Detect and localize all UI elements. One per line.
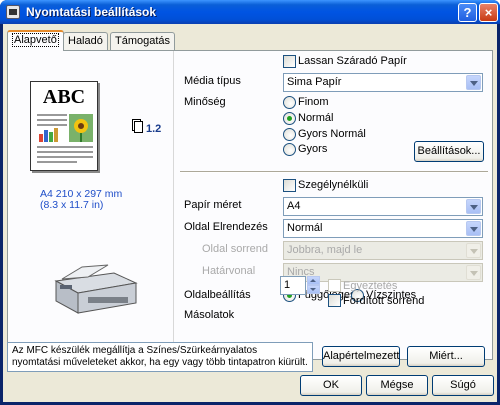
page-layout-select[interactable]: Normál xyxy=(283,219,483,238)
slow-dry-checkbox[interactable] xyxy=(283,55,296,68)
page-layout-value: Normál xyxy=(287,222,323,234)
border-line-label: Határvonal xyxy=(202,265,256,277)
dialog-client: Alapvető Haladó Támogatás ABC 1.2 A4 210… xyxy=(3,24,497,402)
media-type-label: Média típus xyxy=(184,75,241,87)
settings-button[interactable]: Beállítások... xyxy=(414,141,484,162)
chevron-down-icon xyxy=(466,243,481,258)
quality-radio-fine[interactable] xyxy=(283,96,296,109)
tab-basic-label: Alapvető xyxy=(12,33,59,47)
slow-dry-label: Lassan Száradó Papír xyxy=(298,55,407,67)
preview-content-graphic xyxy=(37,114,93,163)
media-type-value: Sima Papír xyxy=(287,76,342,88)
copies-indicator-value: 1.2 xyxy=(146,123,162,135)
cancel-button[interactable]: Mégse xyxy=(366,375,428,396)
chevron-down-icon xyxy=(466,199,481,214)
tab-advanced[interactable]: Haladó xyxy=(63,32,108,50)
why-button[interactable]: Miért... xyxy=(407,346,485,367)
vertical-separator xyxy=(173,51,174,361)
copies-input[interactable]: 1 xyxy=(280,276,306,295)
quality-radio-fast[interactable] xyxy=(283,143,296,156)
quality-radio-fast-normal[interactable] xyxy=(283,128,296,141)
page-order-value: Jobbra, majd le xyxy=(287,244,363,256)
collate-label: Egyeztetés xyxy=(343,280,398,292)
paper-size-select[interactable]: A4 xyxy=(283,197,483,216)
borderless-checkbox[interactable] xyxy=(283,179,296,192)
quality-fast-label: Gyors xyxy=(298,143,328,155)
copies-label: Másolatok xyxy=(184,309,235,321)
horizontal-separator xyxy=(180,171,488,173)
ok-button[interactable]: OK xyxy=(300,375,362,396)
page-order-select: Jobbra, majd le xyxy=(283,241,483,260)
stepper-down-icon[interactable] xyxy=(307,285,320,294)
paper-size-info: A4 210 x 297 mm (8.3 x 11.7 in) xyxy=(40,189,122,211)
quality-fast-normal-label: Gyors Normál xyxy=(298,128,366,140)
help-button[interactable]: Súgó xyxy=(432,375,494,396)
quality-fine-label: Finom xyxy=(298,96,329,108)
paper-size-label: Papír méret xyxy=(184,199,242,211)
help-title-button[interactable]: ? xyxy=(458,3,477,22)
printer-icon xyxy=(6,5,20,19)
copies-icon xyxy=(134,121,143,133)
chevron-down-icon xyxy=(466,75,481,90)
borderless-label: Szegélynélküli xyxy=(298,179,369,191)
page-layout-label: Oldal Elrendezés xyxy=(184,221,268,233)
quality-radio-normal[interactable] xyxy=(283,112,296,125)
quality-normal-label: Normál xyxy=(298,112,334,124)
window-title: Nyomtatási beállítások xyxy=(26,5,157,19)
title-bar[interactable]: Nyomtatási beállítások ? × xyxy=(0,0,500,24)
close-button[interactable]: × xyxy=(479,3,498,22)
reverse-order-checkbox[interactable] xyxy=(328,294,341,307)
default-button[interactable]: Alapértelmezett xyxy=(322,346,400,367)
paper-size-inch: (8.3 x 11.7 in) xyxy=(40,199,104,211)
collate-checkbox xyxy=(328,279,341,292)
tab-basic[interactable]: Alapvető xyxy=(7,30,64,51)
tab-support[interactable]: Támogatás xyxy=(110,32,176,50)
stepper-up-icon[interactable] xyxy=(307,276,320,285)
info-message: Az MFC készülék megállítja a Színes/Szür… xyxy=(7,342,313,372)
copies-stepper[interactable] xyxy=(307,276,320,295)
mfc-printer-icon xyxy=(54,264,138,314)
print-settings-window: Nyomtatási beállítások ? × Alapvető Hala… xyxy=(0,0,500,405)
chevron-down-icon xyxy=(466,221,481,236)
reverse-order-label: Fordított sorrend xyxy=(343,295,425,307)
orientation-label: Oldalbeállítás xyxy=(184,289,251,301)
page-preview: ABC xyxy=(30,81,98,171)
media-type-select[interactable]: Sima Papír xyxy=(283,73,483,92)
quality-label: Minőség xyxy=(184,96,226,108)
paper-size-value: A4 xyxy=(287,200,301,212)
chevron-down-icon xyxy=(466,265,481,280)
tab-panel-basic: ABC 1.2 A4 210 x 297 mm (8.3 x 11.7 in) … xyxy=(7,50,493,361)
page-order-label: Oldal sorrend xyxy=(202,243,269,255)
